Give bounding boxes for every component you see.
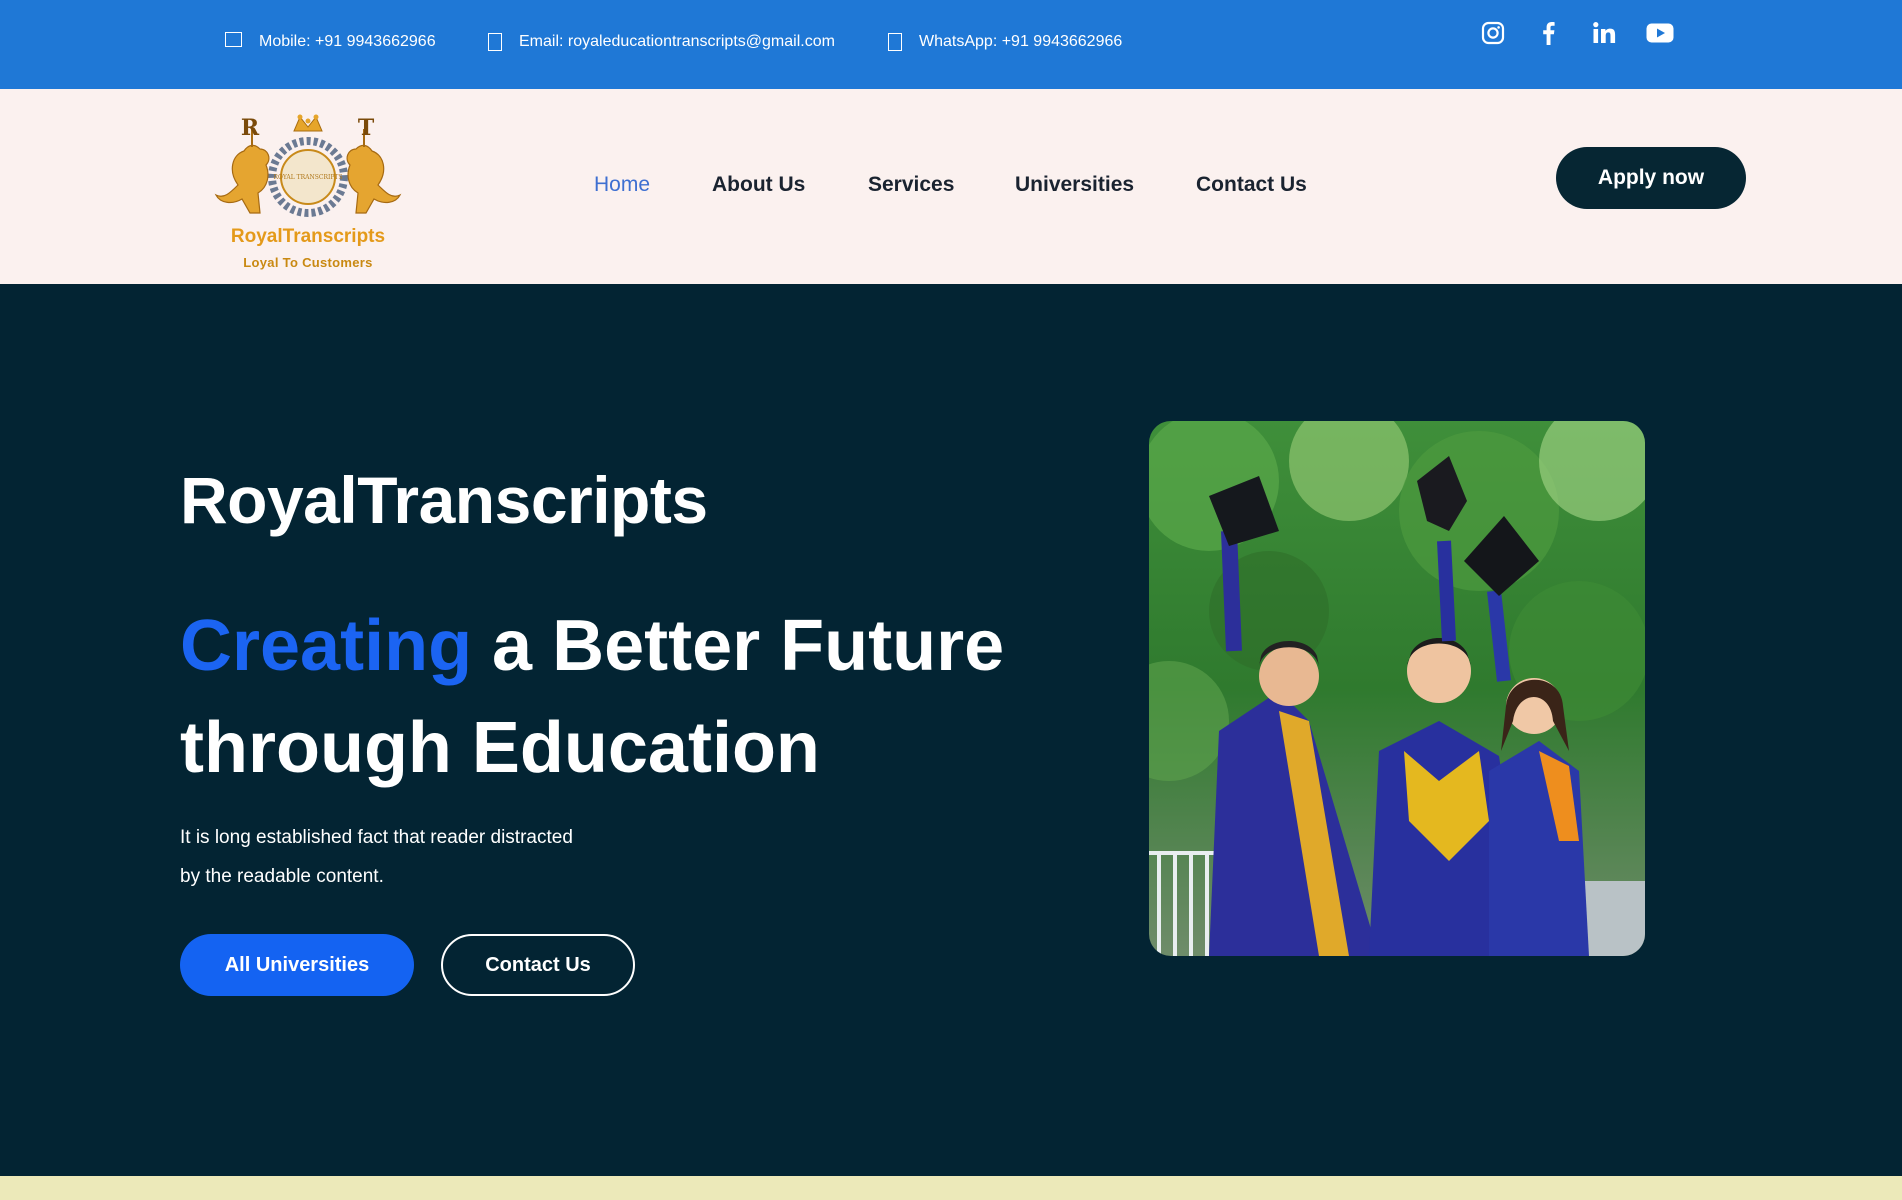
whatsapp-text: WhatsApp: +91 9943662966 [919, 33, 1123, 50]
hero-brand: RoyalTranscripts [180, 463, 708, 537]
nav-services[interactable]: Services [868, 173, 954, 197]
royal-transcripts-logo[interactable]: ROYAL TRANSCRIPTS R T RoyalTranscripts L… [208, 109, 408, 279]
facebook-icon[interactable] [1533, 18, 1563, 48]
youtube-icon[interactable] [1645, 18, 1675, 48]
nav-about-us[interactable]: About Us [712, 173, 805, 197]
logo-name: RoyalTranscripts [230, 226, 386, 247]
phone-icon [225, 31, 242, 47]
site-header: ROYAL TRANSCRIPTS R T RoyalTranscripts L… [0, 89, 1902, 284]
logo-tagline: Loyal To Customers [243, 255, 373, 270]
apply-now-button[interactable]: Apply now [1556, 147, 1746, 209]
svg-text:R: R [241, 115, 260, 141]
logo-crest-icon: ROYAL TRANSCRIPTS R T [214, 114, 402, 217]
top-contact-bar: Mobile: +91 9943662966 Email: royaleduca… [0, 0, 1902, 89]
nav-contact-us[interactable]: Contact Us [1196, 173, 1307, 197]
email-text: Email: royaleducationtranscripts@gmail.c… [519, 33, 835, 50]
email-icon [488, 33, 502, 51]
email-contact[interactable]: Email: royaleducationtranscripts@gmail.c… [488, 33, 835, 51]
hero-title-line2: through Education [180, 708, 820, 788]
whatsapp-contact[interactable]: WhatsApp: +91 9943662966 [888, 33, 1122, 51]
hero-title: Creating a Better Future through Educati… [180, 595, 1080, 799]
instagram-icon[interactable] [1478, 18, 1508, 48]
hero-description: It is long established fact that reader … [180, 818, 660, 896]
logo-seal-text: ROYAL TRANSCRIPTS [274, 174, 343, 181]
linkedin-icon[interactable] [1589, 18, 1619, 48]
hero-title-accent: Creating [180, 606, 473, 686]
all-universities-button[interactable]: All Universities [180, 934, 414, 996]
next-section-strip [0, 1176, 1902, 1200]
hero-title-line1: a Better Future [472, 606, 1005, 686]
graduates-photo [1149, 421, 1645, 956]
hero-contact-us-button[interactable]: Contact Us [441, 934, 635, 996]
hero-description-line2: by the readable content. [180, 866, 384, 887]
nav-home[interactable]: Home [594, 173, 650, 197]
hero-description-line1: It is long established fact that reader … [180, 827, 573, 848]
svg-text:T: T [358, 115, 375, 141]
mobile-text: Mobile: +91 9943662966 [259, 33, 436, 50]
mobile-contact[interactable]: Mobile: +91 9943662966 [225, 31, 436, 51]
whatsapp-icon [888, 33, 902, 51]
nav-universities[interactable]: Universities [1015, 173, 1134, 197]
